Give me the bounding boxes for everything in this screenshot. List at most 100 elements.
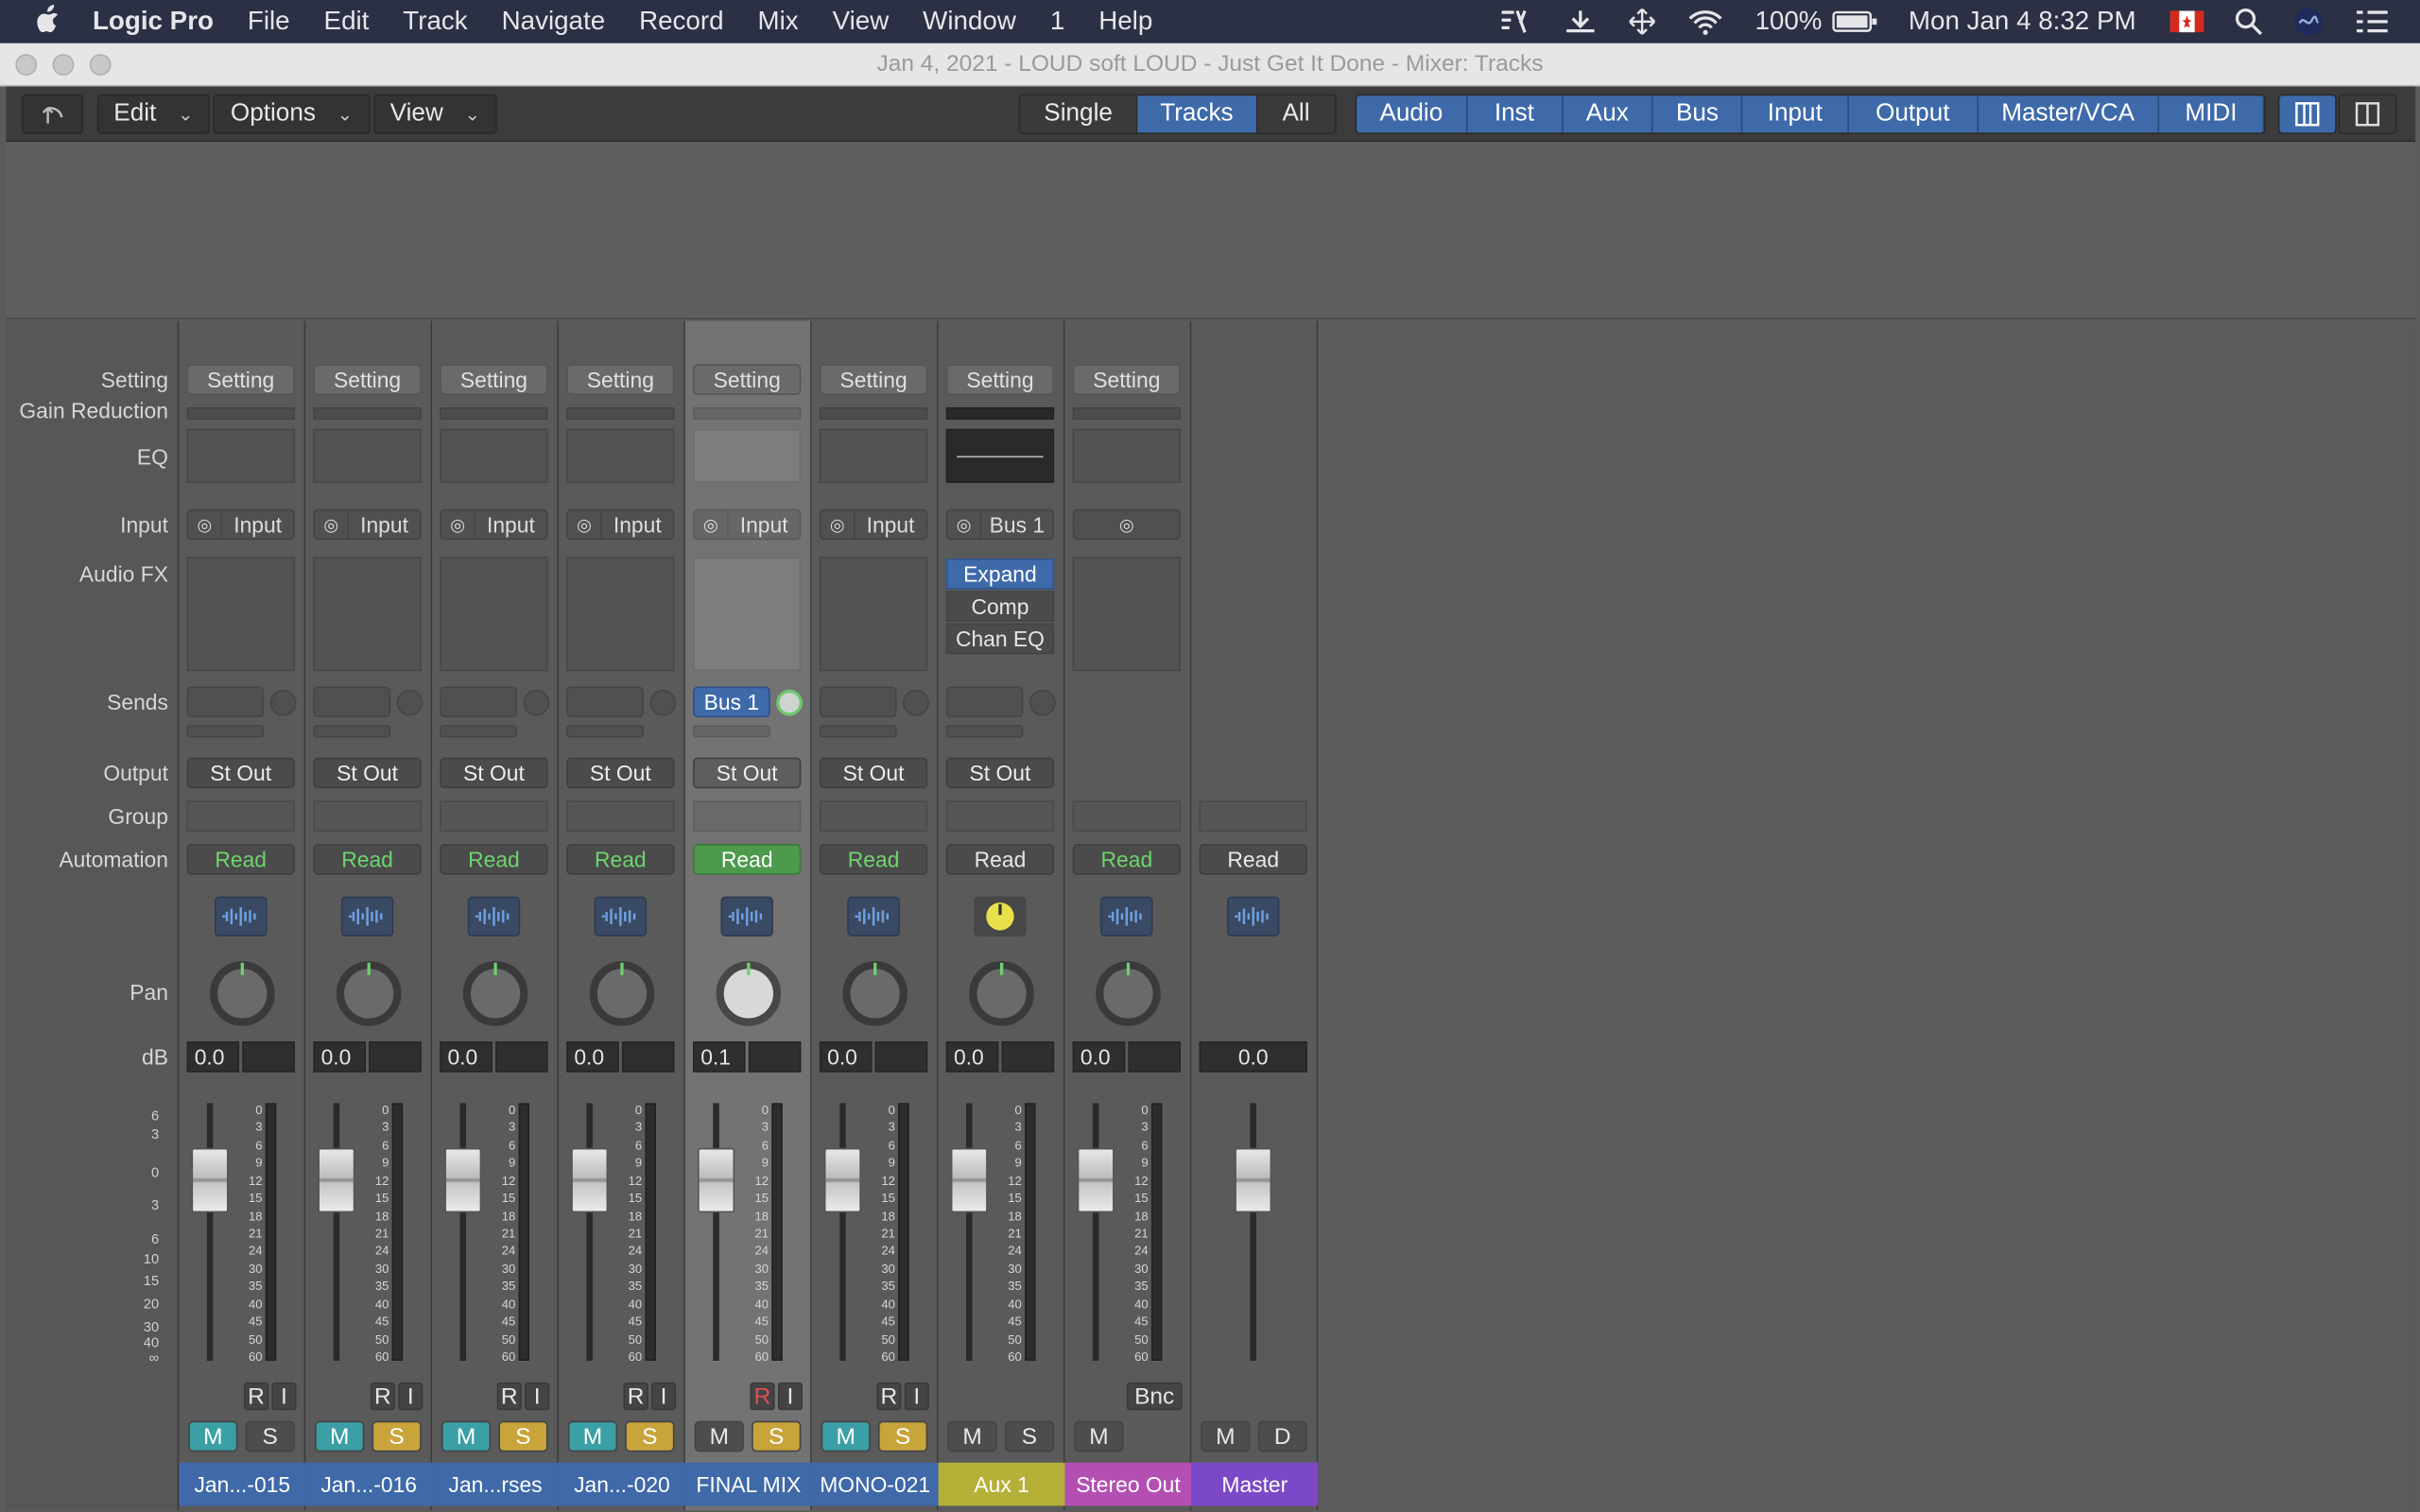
setting-button[interactable]: Setting: [1072, 364, 1181, 395]
narrow-strips-button[interactable]: [2277, 94, 2337, 135]
track-name[interactable]: Jan...rses: [432, 1462, 560, 1506]
volume-fader[interactable]: [1235, 1147, 1272, 1213]
peak-readout[interactable]: [495, 1041, 548, 1073]
options-menu-button[interactable]: Options ⌄: [213, 94, 371, 135]
audio-fx-slot[interactable]: [693, 557, 802, 672]
send-slot-2[interactable]: [440, 725, 517, 738]
group-slot[interactable]: [440, 800, 548, 832]
menu-navigate[interactable]: Navigate: [502, 7, 606, 38]
pan-knob[interactable]: [716, 961, 782, 1026]
input-monitor-button[interactable]: I: [650, 1382, 677, 1411]
control-center-icon[interactable]: [2355, 9, 2389, 34]
track-name[interactable]: FINAL MIX: [684, 1462, 812, 1506]
pan-knob[interactable]: [969, 961, 1034, 1026]
send-slot-2[interactable]: [945, 725, 1024, 738]
input-slot[interactable]: ◎ Bus 1: [945, 508, 1055, 541]
fx-slot-expand[interactable]: Expand: [945, 558, 1055, 590]
peak-readout[interactable]: [874, 1041, 928, 1073]
group-slot[interactable]: [566, 800, 675, 832]
send-slot[interactable]: [945, 686, 1024, 718]
track-name[interactable]: Jan...-020: [559, 1462, 685, 1506]
record-enable-button[interactable]: R: [496, 1382, 522, 1411]
send-slot[interactable]: [819, 686, 897, 718]
menu-mix[interactable]: Mix: [757, 7, 798, 38]
audio-fx-slot[interactable]: [566, 557, 675, 672]
volume-db-readout[interactable]: 0.0: [1072, 1041, 1126, 1073]
move-icon[interactable]: [1629, 8, 1656, 35]
menu-edit[interactable]: Edit: [324, 7, 370, 38]
send-level-knob[interactable]: [396, 689, 424, 716]
view-mode-tracks[interactable]: Tracks: [1137, 95, 1257, 133]
volume-fader[interactable]: [823, 1147, 862, 1213]
automation-mode-button[interactable]: Read: [313, 844, 422, 875]
volume-db-readout[interactable]: 0.0: [440, 1041, 493, 1073]
output-slot[interactable]: St Out: [945, 757, 1055, 789]
battery-icon[interactable]: [1831, 9, 1877, 34]
volume-fader[interactable]: [191, 1147, 229, 1213]
record-enable-button[interactable]: R: [370, 1382, 395, 1411]
solo-button[interactable]: S: [1004, 1420, 1055, 1452]
send-level-knob[interactable]: [649, 689, 677, 716]
setting-button[interactable]: Setting: [945, 364, 1055, 395]
automation-mode-button[interactable]: Read: [1072, 844, 1181, 875]
view-mode-single[interactable]: Single: [1020, 95, 1138, 133]
solo-button[interactable]: S: [877, 1420, 928, 1452]
send-slot-2[interactable]: [819, 725, 897, 738]
send-level-knob[interactable]: [523, 689, 550, 716]
view-mode-all[interactable]: All: [1256, 95, 1336, 133]
automation-mode-button[interactable]: Read: [945, 844, 1055, 875]
record-enable-button[interactable]: R: [623, 1382, 648, 1411]
send-slot[interactable]: [440, 686, 517, 718]
volume-db-readout[interactable]: 0.0: [313, 1041, 366, 1073]
eq-display[interactable]: [440, 428, 548, 484]
pan-knob[interactable]: [842, 961, 908, 1026]
automation-mode-button[interactable]: Read: [819, 844, 928, 875]
send-slot-2[interactable]: [313, 725, 391, 738]
automation-mode-button[interactable]: Read: [1199, 844, 1307, 875]
menu-track[interactable]: Track: [403, 7, 467, 38]
group-slot[interactable]: [186, 800, 295, 832]
solo-button[interactable]: S: [245, 1420, 295, 1452]
menu-app[interactable]: Logic Pro: [93, 7, 214, 38]
audio-fx-slot[interactable]: [1072, 557, 1181, 672]
send-slot[interactable]: [566, 686, 644, 718]
send-level-knob[interactable]: [269, 689, 297, 716]
audio-fx-slot[interactable]: [440, 557, 548, 672]
setting-button[interactable]: Setting: [440, 364, 548, 395]
output-slot[interactable]: St Out: [313, 757, 422, 789]
solo-button[interactable]: S: [752, 1420, 802, 1452]
filter-master-vca[interactable]: Master/VCA: [1978, 95, 2160, 133]
bounce-button[interactable]: Bnc: [1126, 1382, 1183, 1411]
peak-readout[interactable]: [621, 1041, 675, 1073]
volume-db-readout[interactable]: 0.0: [186, 1041, 240, 1073]
peak-readout[interactable]: [369, 1041, 422, 1073]
view-menu-button[interactable]: View ⌄: [373, 94, 497, 135]
input-monitor-button[interactable]: I: [398, 1382, 424, 1411]
setting-button[interactable]: Setting: [186, 364, 295, 395]
group-slot[interactable]: [1199, 800, 1307, 832]
send-slot-2[interactable]: [566, 725, 644, 738]
input-slot[interactable]: ◎ Input: [693, 508, 802, 541]
input-slot[interactable]: ◎ Input: [566, 508, 675, 541]
filter-aux[interactable]: Aux: [1563, 95, 1654, 133]
eq-display[interactable]: [566, 428, 675, 484]
setting-button[interactable]: Setting: [693, 364, 802, 395]
volume-fader[interactable]: [318, 1147, 355, 1213]
filter-audio[interactable]: Audio: [1357, 95, 1468, 133]
dim-button[interactable]: D: [1257, 1420, 1307, 1452]
send-level-knob[interactable]: [903, 689, 929, 716]
menu-help[interactable]: Help: [1098, 7, 1152, 38]
fx-slot-comp[interactable]: Comp: [945, 591, 1055, 622]
input-slot[interactable]: ◎ Input: [313, 508, 422, 541]
record-enable-button[interactable]: R: [750, 1382, 775, 1411]
wide-strips-button[interactable]: [2338, 94, 2397, 135]
filter-inst[interactable]: Inst: [1467, 95, 1564, 133]
group-slot[interactable]: [945, 800, 1055, 832]
pan-knob[interactable]: [589, 961, 655, 1026]
stereo-link-button[interactable]: ◎: [1072, 508, 1181, 541]
track-name[interactable]: Aux 1: [938, 1462, 1065, 1506]
group-slot[interactable]: [1072, 800, 1181, 832]
solo-button[interactable]: S: [625, 1420, 675, 1452]
volume-db-readout[interactable]: 0.0: [945, 1041, 999, 1073]
volume-fader[interactable]: [1077, 1147, 1115, 1213]
